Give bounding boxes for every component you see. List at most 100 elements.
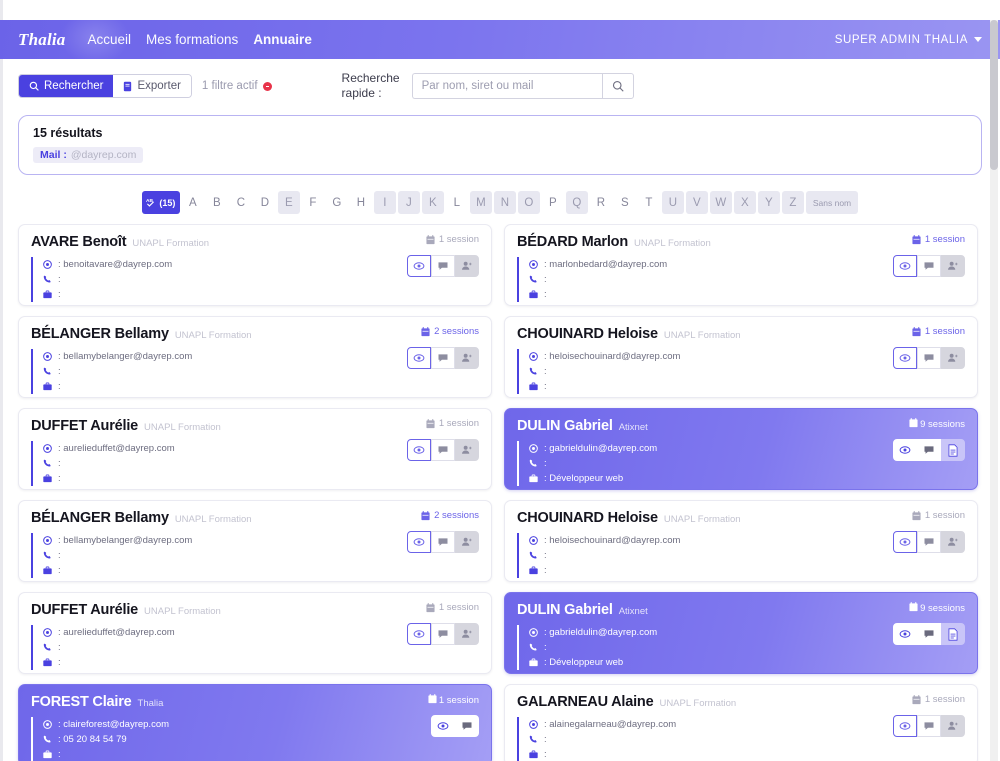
card-action-eye[interactable] <box>893 715 917 737</box>
card-action-eye[interactable] <box>407 347 431 369</box>
card-action-eye[interactable] <box>893 623 917 645</box>
nav-link-accueil[interactable]: Accueil <box>88 32 132 47</box>
contact-job-row: : <box>42 287 479 302</box>
page-scrollbar-thumb[interactable] <box>990 20 998 170</box>
email-icon <box>43 628 52 637</box>
card-action-person-add[interactable] <box>941 255 965 277</box>
alphabet-filter-m[interactable]: M <box>469 191 492 214</box>
card-action-comment[interactable] <box>917 623 941 645</box>
alphabet-filter-n[interactable]: N <box>493 191 516 214</box>
card-action-comment[interactable] <box>917 347 941 369</box>
comment-icon <box>438 446 448 454</box>
alphabet-filter-j[interactable]: J <box>397 191 420 214</box>
contact-card[interactable]: DULIN Gabriel Atixnet 9 sessions: gabrield… <box>504 592 978 674</box>
card-action-eye[interactable] <box>407 255 431 277</box>
card-action-eye[interactable] <box>893 439 917 461</box>
alphabet-filter-a[interactable]: A <box>181 191 204 214</box>
card-action-person-add[interactable] <box>455 531 479 553</box>
card-action-eye[interactable] <box>431 715 455 737</box>
card-action-comment[interactable] <box>917 255 941 277</box>
alphabet-filter-x[interactable]: X <box>733 191 756 214</box>
contact-details: : claireforest@dayrep.com: 05 20 84 54 7… <box>31 717 479 761</box>
alphabet-filter-y[interactable]: Y <box>757 191 780 214</box>
card-action-file[interactable] <box>941 439 965 461</box>
calendar-icon <box>428 694 437 704</box>
brand-logo[interactable]: Thalia <box>18 30 66 50</box>
quick-search-input[interactable] <box>411 73 602 99</box>
contact-card[interactable]: GALARNEAU Alaine UNAPL Formation 1 session… <box>504 684 978 761</box>
card-action-comment[interactable] <box>431 439 455 461</box>
alphabet-filter-p[interactable]: P <box>541 191 564 214</box>
quick-search-label-line1: Recherche <box>341 71 400 85</box>
card-action-eye[interactable] <box>893 531 917 553</box>
contact-card[interactable]: BÉLANGER Bellamy UNAPL Formation 2 session… <box>18 500 492 582</box>
card-action-comment[interactable] <box>917 715 941 737</box>
contact-card[interactable]: DUFFET Aurélie UNAPL Formation 1 session: … <box>18 592 492 674</box>
card-action-person-add[interactable] <box>941 531 965 553</box>
card-action-comment[interactable] <box>917 531 941 553</box>
alphabet-filter-t[interactable]: T <box>637 191 660 214</box>
alphabet-filter-q[interactable]: Q <box>565 191 588 214</box>
person-add-icon <box>462 445 472 454</box>
card-action-comment[interactable] <box>917 439 941 461</box>
card-action-eye[interactable] <box>407 439 431 461</box>
alphabet-filter-g[interactable]: G <box>325 191 348 214</box>
alphabet-filter-r[interactable]: R <box>589 191 612 214</box>
card-action-person-add[interactable] <box>455 623 479 645</box>
card-action-person-add[interactable] <box>455 347 479 369</box>
alphabet-filter-i[interactable]: I <box>373 191 396 214</box>
alphabet-filter-d[interactable]: D <box>253 191 276 214</box>
alphabet-filter-s[interactable]: S <box>613 191 636 214</box>
contact-card[interactable]: BÉLANGER Bellamy UNAPL Formation 2 session… <box>18 316 492 398</box>
card-action-eye[interactable] <box>407 623 431 645</box>
user-menu[interactable]: SUPER ADMIN THALIA <box>835 34 982 46</box>
card-action-comment[interactable] <box>431 347 455 369</box>
card-action-comment[interactable] <box>431 623 455 645</box>
card-action-person-add[interactable] <box>941 715 965 737</box>
search-button[interactable]: Rechercher <box>19 75 114 97</box>
contact-card[interactable]: FOREST Claire Thalia 1 session: clairefore… <box>18 684 492 761</box>
export-button[interactable]: Exporter <box>113 75 191 97</box>
contact-card[interactable]: CHOUINARD Heloise UNAPL Formation 1 sessio… <box>504 500 978 582</box>
alphabet-filter-v[interactable]: V <box>685 191 708 214</box>
contact-job: : <box>58 749 61 760</box>
clear-filter-icon[interactable] <box>262 81 272 91</box>
nav-link-annuaire[interactable]: Annuaire <box>253 32 312 47</box>
eye-icon <box>413 446 425 454</box>
nav-link-mes-formations[interactable]: Mes formations <box>146 32 238 47</box>
eye-icon <box>899 630 911 638</box>
contact-card[interactable]: DULIN Gabriel Atixnet 9 sessions: gabrield… <box>504 408 978 490</box>
contact-card[interactable]: AVARE Benoît UNAPL Formation 1 session: be… <box>18 224 492 306</box>
card-action-person-add[interactable] <box>455 439 479 461</box>
card-action-eye[interactable] <box>407 531 431 553</box>
comment-icon <box>924 630 934 638</box>
card-action-comment[interactable] <box>431 531 455 553</box>
alphabet-filter-e[interactable]: E <box>277 191 300 214</box>
alphabet-filter-z[interactable]: Z <box>781 191 804 214</box>
phone-icon <box>43 275 51 283</box>
card-action-eye[interactable] <box>893 347 917 369</box>
card-action-eye[interactable] <box>893 255 917 277</box>
contact-card[interactable]: CHOUINARD Heloise UNAPL Formation 1 sessio… <box>504 316 978 398</box>
contact-card[interactable]: DUFFET Aurélie UNAPL Formation 1 session: … <box>18 408 492 490</box>
card-action-comment[interactable] <box>455 715 479 737</box>
alphabet-filter-l[interactable]: L <box>445 191 468 214</box>
alphabet-filter-all[interactable]: AB (15) <box>141 191 180 214</box>
alphabet-filter-f[interactable]: F <box>301 191 324 214</box>
card-action-person-add[interactable] <box>455 255 479 277</box>
quick-search-submit-button[interactable] <box>601 73 634 99</box>
alphabet-filter-o[interactable]: O <box>517 191 540 214</box>
alphabet-filter-b[interactable]: B <box>205 191 228 214</box>
alphabet-filter-w[interactable]: W <box>709 191 732 214</box>
filter-chip-mail[interactable]: Mail : @dayrep.com <box>33 147 144 163</box>
alphabet-filter-k[interactable]: K <box>421 191 444 214</box>
contact-card[interactable]: BÉDARD Marlon UNAPL Formation 1 session: m… <box>504 224 978 306</box>
card-action-comment[interactable] <box>431 255 455 277</box>
alphabet-filter-sans-nom[interactable]: Sans nom <box>805 191 859 214</box>
alphabet-filter-u[interactable]: U <box>661 191 684 214</box>
alphabet-filter-h[interactable]: H <box>349 191 372 214</box>
search-button-label: Rechercher <box>44 80 104 92</box>
alphabet-filter-c[interactable]: C <box>229 191 252 214</box>
card-action-person-add[interactable] <box>941 347 965 369</box>
card-action-file[interactable] <box>941 623 965 645</box>
